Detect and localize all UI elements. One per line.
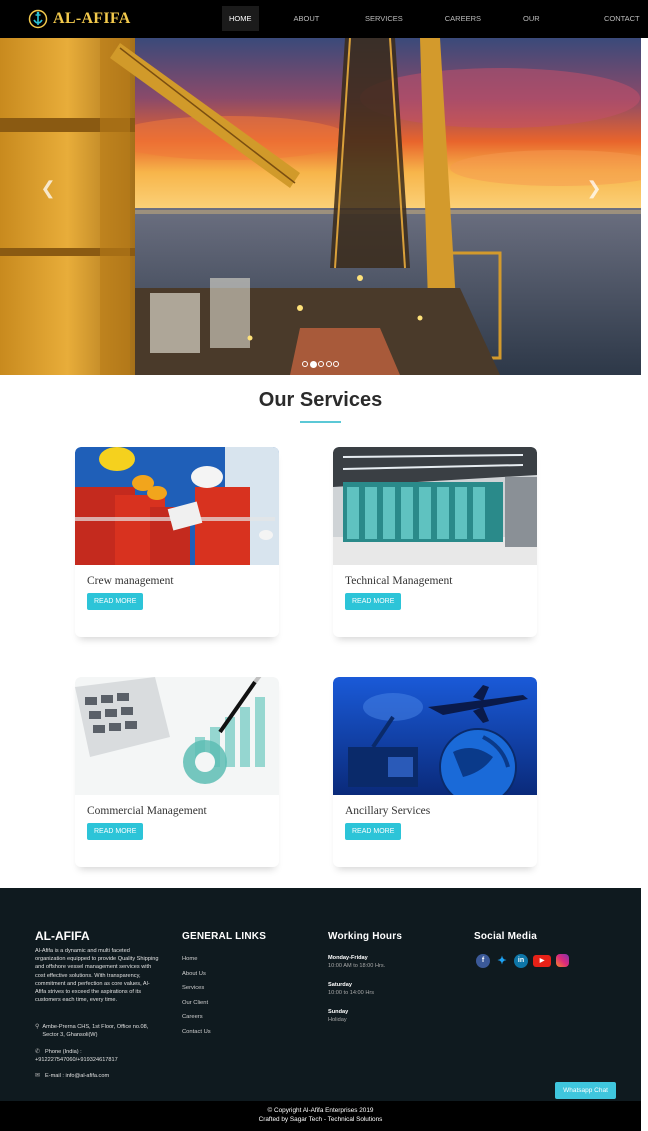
crew-image <box>75 447 279 565</box>
services-heading: Our Services <box>258 389 383 411</box>
address-text: Ambe-Prerna CHS, 1st Floor, Office no.08… <box>42 1024 149 1039</box>
calculator-chart-image <box>75 677 279 795</box>
footer-address: ⚲ Ambe-Prerna CHS, 1st Floor, Office no.… <box>35 1023 163 1040</box>
hours-day: Sunday <box>328 1009 349 1015</box>
footer-link-home[interactable]: Home <box>182 956 211 971</box>
footer: AL-AFIFA Al-Afifa is a dynamic and multi… <box>0 888 641 1101</box>
footer-link-about-us[interactable]: About Us <box>182 971 211 986</box>
footer-email: ✉ E-mail : info@al-afifa.com <box>35 1072 163 1080</box>
nav-our-clients[interactable]: OUR CLIENTS <box>516 6 569 48</box>
copyright-text: © Copyright Al-Afifa Enterprises 2019 <box>267 1107 374 1114</box>
service-card-crew: Crew management READ MORE <box>75 447 279 637</box>
footer-link-services[interactable]: Services <box>182 985 211 1000</box>
footer-phone-numbers: +912227547060/+919324617817 <box>35 1056 163 1064</box>
footer-link-contact-us[interactable]: Contact Us <box>182 1029 211 1044</box>
top-navbar: AL-AFIFA HOME ABOUT US SERVICES CAREERS … <box>0 0 648 48</box>
chevron-left-icon[interactable]: ❮ <box>38 178 58 198</box>
logistics-globe-image <box>333 677 537 795</box>
card-title: Technical Management <box>345 575 453 587</box>
hero-carousel: ❮ ❯ <box>0 38 641 375</box>
social-media-heading: Social Media <box>474 931 537 942</box>
read-more-button[interactable]: READ MORE <box>345 823 402 840</box>
copyright-bar: © Copyright Al-Afifa Enterprises 2019 Cr… <box>0 1101 641 1131</box>
service-card-commercial: Commercial Management READ MORE <box>75 677 279 867</box>
footer-about-text: Al-Afifa is a dynamic and multi faceted … <box>35 948 159 1004</box>
carousel-dot-1[interactable] <box>302 361 308 367</box>
youtube-icon[interactable]: ▶ <box>533 955 551 967</box>
carousel-dot-5[interactable] <box>333 361 339 367</box>
linkedin-icon[interactable]: in <box>514 954 528 968</box>
twitter-icon[interactable]: ✦ <box>495 954 509 968</box>
brand-name: AL-AFIFA <box>53 10 131 27</box>
email-text[interactable]: E-mail : info@al-afifa.com <box>45 1072 109 1080</box>
read-more-button[interactable]: READ MORE <box>87 823 144 840</box>
heading-underline <box>300 421 341 423</box>
chevron-right-icon[interactable]: ❯ <box>584 178 604 198</box>
engine-room-image <box>333 447 537 565</box>
main-menu: HOME ABOUT US SERVICES CAREERS OUR CLIEN… <box>222 6 648 48</box>
service-card-ancillary: Ancillary Services READ MORE <box>333 677 537 867</box>
hours-day: Saturday <box>328 982 352 988</box>
hours-time: 10:00 AM to 18:00 Hrs. <box>328 963 386 969</box>
footer-brand: AL-AFIFA <box>35 929 90 943</box>
card-title: Ancillary Services <box>345 805 431 817</box>
whatsapp-chat-button[interactable]: Whatsapp Chat <box>555 1082 616 1099</box>
card-title: Crew management <box>87 575 174 587</box>
carousel-dot-3[interactable] <box>318 361 324 367</box>
nav-about-us[interactable]: ABOUT US <box>287 6 330 48</box>
nav-home[interactable]: HOME <box>222 6 259 31</box>
map-pin-icon: ⚲ <box>35 1024 40 1030</box>
carousel-dot-4[interactable] <box>325 361 332 367</box>
hours-day: Monday-Friday <box>328 955 368 961</box>
footer-link-careers[interactable]: Careers <box>182 1014 211 1029</box>
phone-number[interactable]: +912227547060/+919324617817 <box>35 1056 118 1064</box>
anchor-logo-icon <box>28 9 48 29</box>
card-title: Commercial Management <box>87 805 207 817</box>
carousel-dot-2[interactable] <box>309 360 317 368</box>
nav-contact-us[interactable]: CONTACT US <box>597 6 648 48</box>
social-icons: f ✦ in ▶ <box>476 954 574 968</box>
read-more-button[interactable]: READ MORE <box>345 593 402 610</box>
phone-label: Phone (India) : <box>45 1049 82 1055</box>
hours-time: 10:00 to 14:00 Hrs <box>328 990 375 996</box>
hero-image-oil-rig <box>0 38 641 375</box>
credits-text: Crafted by Sagar Tech - Technical Soluti… <box>258 1116 383 1123</box>
footer-link-our-client[interactable]: Our Client <box>182 1000 211 1015</box>
hours-time: Holiday <box>328 1017 347 1023</box>
facebook-icon[interactable]: f <box>476 954 490 968</box>
working-hours-heading: Working Hours <box>328 931 403 942</box>
brand[interactable]: AL-AFIFA <box>28 9 131 29</box>
service-card-technical: Technical Management READ MORE <box>333 447 537 637</box>
working-hours-list: Monday-Friday 10:00 AM to 18:00 Hrs. Sat… <box>328 954 385 1035</box>
instagram-icon[interactable] <box>556 954 569 967</box>
carousel-indicators <box>302 360 341 368</box>
envelope-icon: ✉ <box>35 1073 41 1079</box>
nav-services[interactable]: SERVICES <box>358 6 410 31</box>
nav-careers[interactable]: CAREERS <box>438 6 488 31</box>
general-links-heading: GENERAL LINKS <box>182 931 267 942</box>
footer-links: Home About Us Services Our Client Career… <box>182 956 211 1043</box>
read-more-button[interactable]: READ MORE <box>87 593 144 610</box>
